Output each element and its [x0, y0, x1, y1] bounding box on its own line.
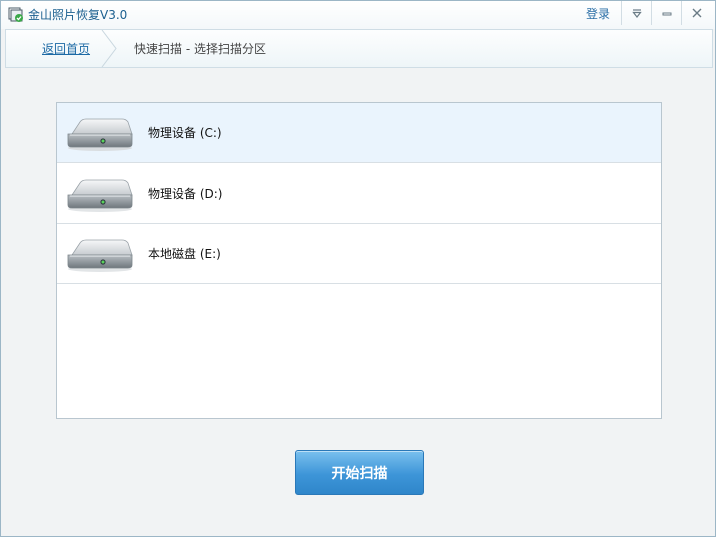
breadcrumb-current: 快速扫描 - 选择扫描分区 — [134, 42, 266, 56]
start-scan-button[interactable]: 开始扫描 — [295, 450, 424, 495]
breadcrumb: 返回首页 快速扫描 - 选择扫描分区 — [5, 29, 713, 68]
drive-list: 物理设备 (C:) 物理设备 (D:) 本地磁盘 (E:) — [56, 102, 662, 419]
drive-label: 本地磁盘 (E:) — [148, 247, 221, 261]
list-item[interactable]: 本地磁盘 (E:) — [57, 224, 661, 284]
close-icon — [692, 8, 702, 18]
hard-drive-icon — [67, 179, 133, 212]
login-link[interactable]: 登录 — [586, 6, 610, 22]
hard-drive-icon — [67, 118, 133, 151]
back-home-link[interactable]: 返回首页 — [42, 41, 90, 57]
drive-label: 物理设备 (C:) — [148, 126, 222, 140]
list-item[interactable]: 物理设备 (C:) — [57, 103, 661, 163]
close-button[interactable] — [682, 1, 712, 25]
drive-label: 物理设备 (D:) — [148, 187, 223, 201]
menu-dropdown-button[interactable] — [622, 1, 652, 25]
title-bar: 金山照片恢复V3.0 登录 — [1, 1, 715, 29]
app-title: 金山照片恢复V3.0 — [28, 8, 128, 22]
hard-drive-icon — [67, 239, 133, 272]
app-window: 金山照片恢复V3.0 登录 返回首页 快速扫描 - 选择扫描分区 物理设备 (C… — [0, 0, 716, 537]
minimize-button[interactable] — [652, 1, 682, 25]
dropdown-menu-icon — [632, 9, 642, 18]
breadcrumb-chevron-icon — [101, 30, 117, 67]
list-item[interactable]: 物理设备 (D:) — [57, 164, 661, 224]
minimize-icon — [662, 12, 672, 16]
app-logo-icon — [8, 7, 23, 22]
